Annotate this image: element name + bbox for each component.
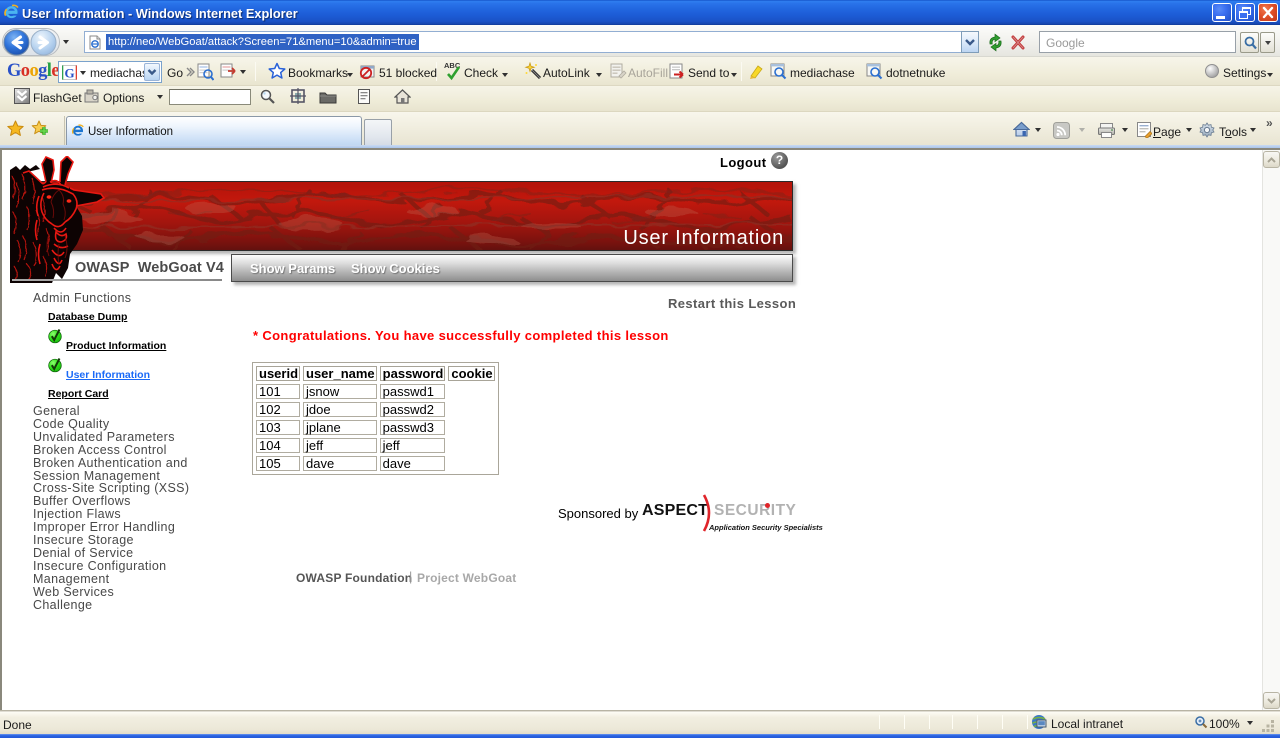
svg-text:User Information: User Information [623,227,784,249]
svg-text:G: G [65,66,75,81]
